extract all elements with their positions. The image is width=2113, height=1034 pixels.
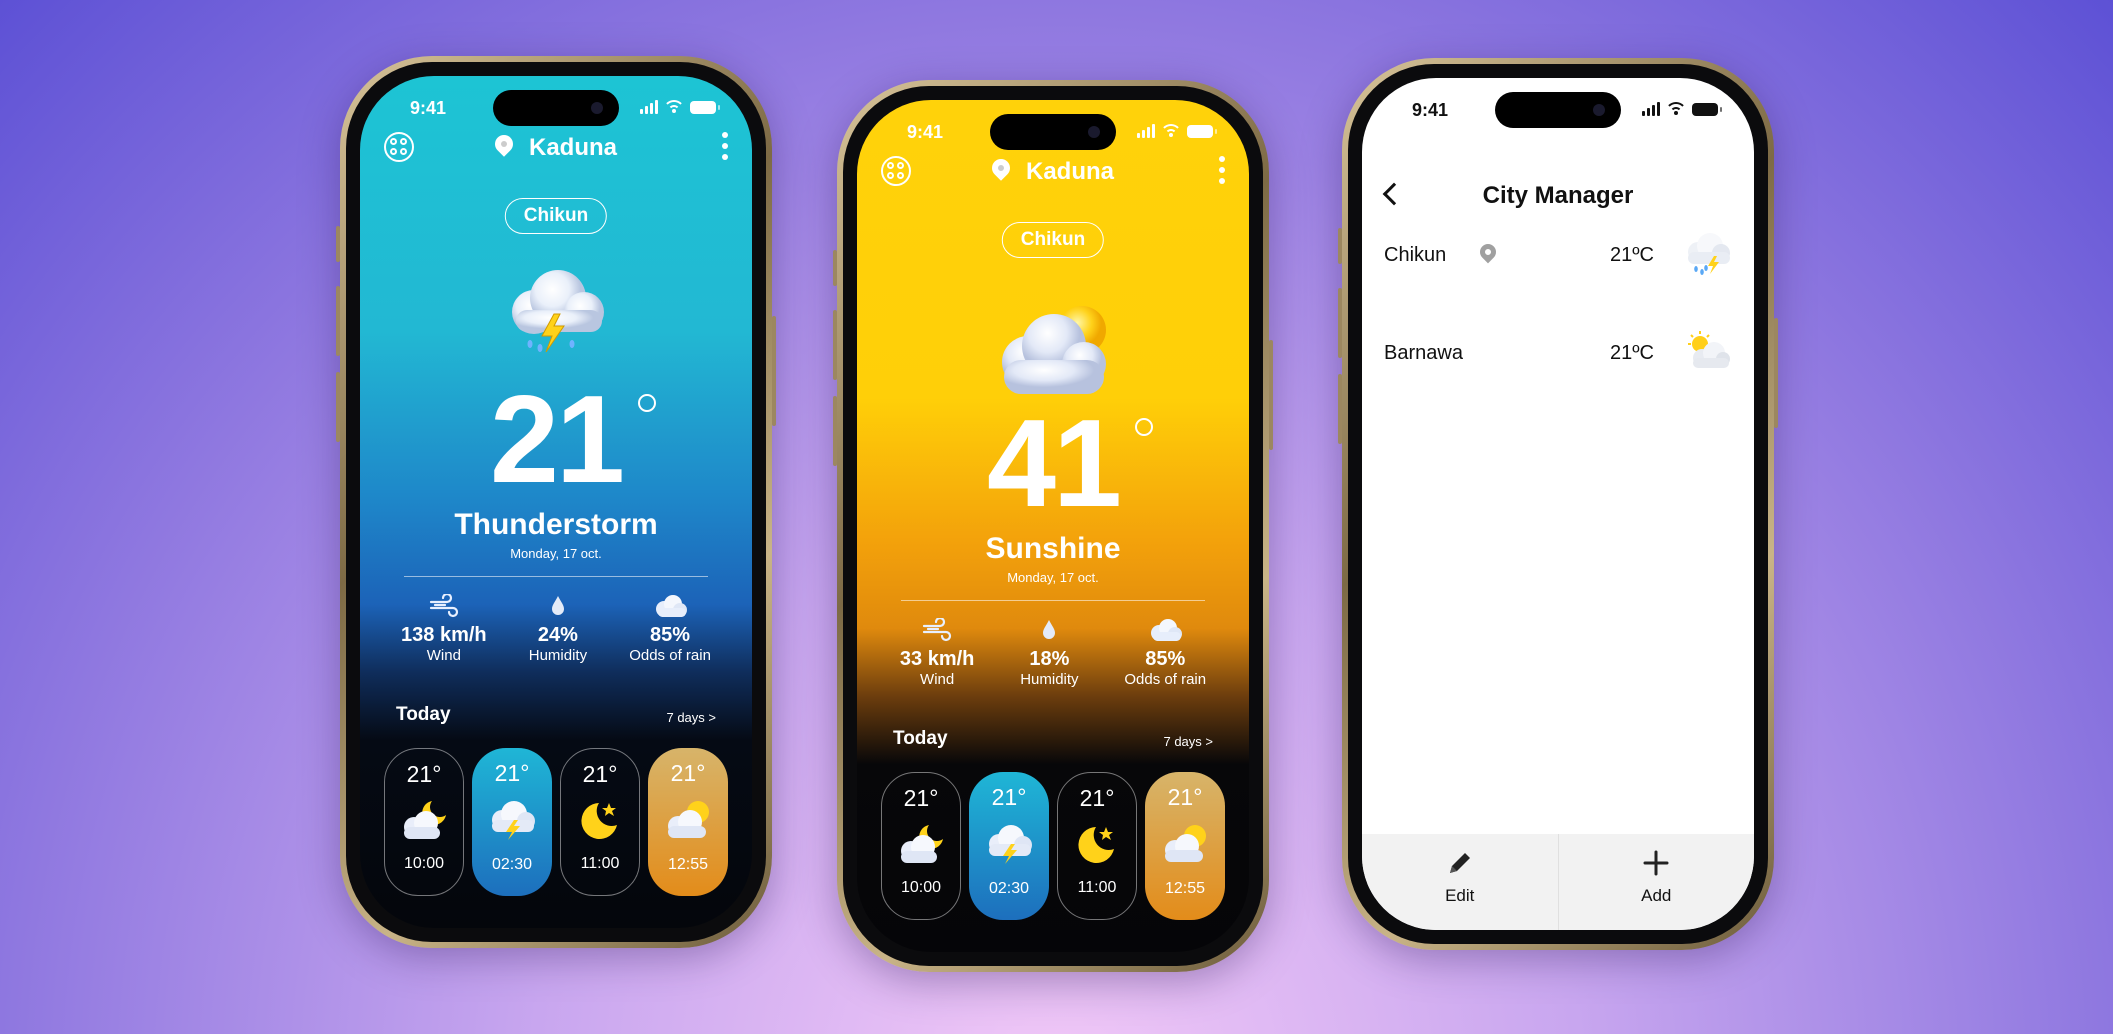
location-pin-icon [1476, 240, 1500, 264]
cloud-moon-icon [398, 799, 450, 846]
weather-stats: 138 km/h Wind 24% Humidity 85% Odds of r… [380, 592, 732, 664]
sun-cloud-icon [662, 798, 714, 845]
bottom-action-bar: Edit Add [1362, 834, 1754, 930]
city-temperature: 21ºC [1610, 244, 1654, 266]
phone-sunshine: 9:41 Kaduna Chikun 41 Sunshine Monday, 1… [833, 80, 1273, 972]
rain-thunder-cloud-icon [1682, 230, 1732, 282]
hourly-card[interactable]: 21° 12:55 [1145, 772, 1225, 920]
seven-days-link[interactable]: 7 days > [1163, 734, 1213, 749]
weather-stats: 33 km/h Wind 18% Humidity 85% Odds of ra… [877, 616, 1229, 688]
weather-condition: Sunshine [985, 532, 1121, 565]
wifi-icon [1162, 124, 1180, 138]
status-time: 9:41 [1412, 100, 1449, 120]
humidity-drop-icon [529, 592, 587, 620]
cellular-signal-icon [1137, 124, 1155, 138]
today-label: Today [893, 728, 948, 749]
weather-condition: Thunderstorm [454, 508, 658, 541]
district-chip[interactable]: Chikun [1001, 222, 1105, 258]
stat-odds-of-rain: 85% Odds of rain [629, 592, 711, 664]
battery-icon [690, 100, 720, 114]
edit-label: Edit [1445, 886, 1475, 905]
status-bar: 9:41 [857, 122, 1249, 144]
add-label: Add [1641, 886, 1672, 905]
hourly-forecast: 21° 10:00 21° 02:30 21° 11:00 21° 12:55 [881, 772, 1225, 920]
moon-star-icon [1074, 823, 1120, 870]
weather-date: Monday, 17 oct. [1007, 570, 1099, 585]
seven-days-link[interactable]: 7 days > [666, 710, 716, 725]
edit-button[interactable]: Edit [1362, 834, 1558, 930]
battery-icon [1187, 124, 1217, 138]
city-row[interactable]: Barnawa 21ºC [1384, 322, 1732, 382]
status-bar: 9:41 [360, 98, 752, 120]
district-chip[interactable]: Chikun [504, 198, 608, 234]
sun-cloud-icon [988, 300, 1118, 400]
wifi-icon [665, 100, 683, 114]
wind-icon [401, 592, 487, 620]
cloud-icon [1124, 616, 1206, 644]
divider [404, 576, 708, 577]
stat-odds-of-rain: 85% Odds of rain [1124, 616, 1206, 688]
hourly-card[interactable]: 21° 02:30 [472, 748, 552, 896]
city-name: Kaduna [528, 134, 617, 161]
weather-date: Monday, 17 oct. [510, 546, 602, 561]
location-pin-icon [491, 131, 517, 157]
more-options-icon[interactable] [722, 132, 728, 165]
stat-wind: 138 km/h Wind [401, 592, 487, 664]
city-manager-screen: 9:41 City Manager Chikun 21ºC Barnawa 21… [1362, 78, 1754, 930]
city-name: Chikun [1384, 244, 1447, 266]
battery-icon [1692, 102, 1722, 116]
city-name: Barnawa [1384, 342, 1463, 364]
moon-star-icon [577, 799, 623, 846]
wifi-icon [1667, 102, 1685, 116]
more-options-icon[interactable] [1219, 156, 1225, 189]
humidity-drop-icon [1020, 616, 1078, 644]
stat-humidity: 18% Humidity [1020, 616, 1079, 688]
phone-city-manager: 9:41 City Manager Chikun 21ºC Barnawa 21… [1338, 58, 1778, 950]
cellular-signal-icon [640, 100, 658, 114]
city-name: Kaduna [1025, 158, 1114, 185]
hourly-card[interactable]: 21° 12:55 [648, 748, 728, 896]
current-temperature: 21 [490, 371, 625, 509]
stat-wind: 33 km/h Wind [900, 616, 974, 688]
weather-screen: 9:41 Kaduna Chikun [857, 100, 1249, 952]
hourly-card[interactable]: 21° 02:30 [969, 772, 1049, 920]
weather-screen: 9:41 Kaduna Chikun [360, 76, 752, 928]
cellular-signal-icon [1642, 102, 1660, 116]
wind-icon [900, 616, 974, 644]
location-title[interactable]: Kaduna [857, 155, 1249, 186]
status-bar: 9:41 [1362, 100, 1754, 122]
sun-cloud-icon [1159, 822, 1211, 869]
hourly-card[interactable]: 21° 10:00 [384, 748, 464, 896]
hourly-forecast: 21° 10:00 21° 02:30 21° 11:00 21° 12:55 [384, 748, 728, 896]
hourly-card[interactable]: 21° 10:00 [881, 772, 961, 920]
thunder-cloud-icon [983, 822, 1035, 869]
plus-icon [1559, 846, 1755, 880]
current-temperature: 41 [987, 395, 1122, 533]
city-temperature: 21ºC [1610, 342, 1654, 364]
stat-humidity: 24% Humidity [529, 592, 587, 664]
hourly-card[interactable]: 21° 11:00 [560, 748, 640, 896]
location-pin-icon [988, 155, 1014, 181]
today-label: Today [396, 704, 451, 725]
page-title: City Manager [1482, 182, 1634, 209]
degree-symbol [638, 394, 656, 412]
divider [901, 600, 1205, 601]
cloud-moon-icon [895, 823, 947, 870]
thunder-cloud-icon [486, 798, 538, 845]
add-button[interactable]: Add [1557, 834, 1755, 930]
status-time: 9:41 [410, 98, 447, 118]
sun-cloud-icon [1682, 328, 1732, 380]
location-title[interactable]: Kaduna [360, 131, 752, 162]
hourly-card[interactable]: 21° 11:00 [1057, 772, 1137, 920]
status-time: 9:41 [907, 122, 944, 142]
city-row[interactable]: Chikun 21ºC [1384, 224, 1732, 284]
degree-symbol [1135, 418, 1153, 436]
thunder-cloud-icon [496, 264, 616, 354]
pencil-icon [1362, 846, 1558, 880]
cloud-icon [629, 592, 711, 620]
phone-thunderstorm: 9:41 Kaduna Chikun 21 Thunderstorm Monda… [336, 56, 776, 948]
